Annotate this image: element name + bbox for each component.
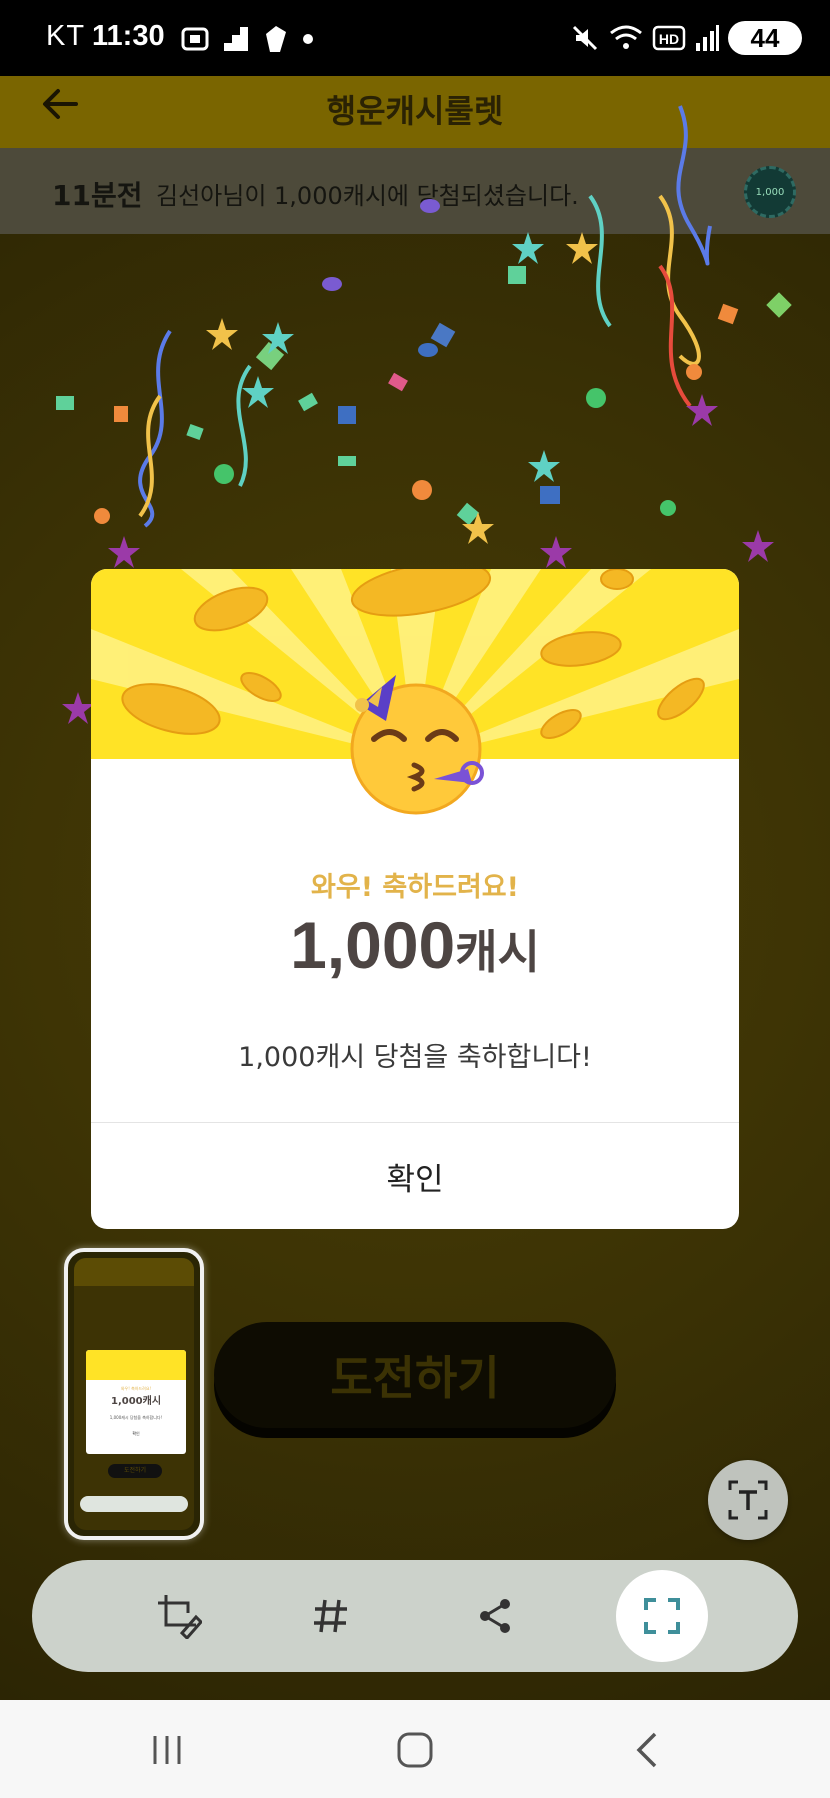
- thumbnail-preview: 와우! 축하드려요! 1,000캐시 1,000캐시 당첨을 축하합니다! 확인…: [74, 1258, 194, 1530]
- dot-icon: [303, 34, 313, 44]
- thumbnail-amount: 1,000캐시: [110, 1396, 162, 1407]
- prize-amount: 1,000캐시: [91, 907, 739, 983]
- congrats-dialog: 와우! 축하드려요! 1,000캐시 1,000캐시 당첨을 축하합니다! 확인: [91, 569, 739, 1229]
- partying-face-icon: [350, 675, 484, 815]
- thumbnail-description: 1,000캐시 당첨을 축하합니다!: [109, 1415, 163, 1420]
- thumbnail-header: [74, 1258, 194, 1286]
- notification-icons: [180, 22, 314, 56]
- ticket-icon: [266, 26, 286, 52]
- capture-scroll-button[interactable]: [616, 1570, 708, 1662]
- confirm-button[interactable]: 확인: [91, 1123, 739, 1229]
- back-icon: [636, 1732, 657, 1768]
- text-extract-button[interactable]: [708, 1460, 788, 1540]
- thumbnail-banner: [86, 1350, 186, 1380]
- navigation-bar: [0, 1700, 830, 1798]
- prize-amount-number: 1,000: [290, 908, 456, 982]
- share-icon: [480, 1599, 510, 1633]
- status-bar: KT 11:30 HD 44: [0, 0, 830, 76]
- signal-icon: [696, 25, 719, 51]
- home-icon: [397, 1732, 433, 1768]
- stairs-icon: [224, 27, 248, 51]
- screenshot-thumbnail[interactable]: 와우! 축하드려요! 1,000캐시 1,000캐시 당첨을 축하합니다! 확인…: [64, 1248, 204, 1540]
- prize-amount-unit: 캐시: [455, 925, 540, 979]
- recent-apps-icon: [153, 1736, 181, 1764]
- screen: 행운캐시룰렛 11분전 김선아님이 1,000캐시에 당첨되셨습니다. 1,00…: [0, 0, 830, 1798]
- hashtag-icon: [314, 1599, 347, 1633]
- text-extract-icon: [728, 1480, 768, 1520]
- home-button[interactable]: [380, 1720, 450, 1780]
- share-button[interactable]: [460, 1581, 530, 1651]
- thumbnail-toolbar: [80, 1496, 188, 1512]
- battery-indicator: 44: [728, 21, 802, 55]
- wifi-icon: [610, 25, 642, 49]
- recent-apps-button[interactable]: [132, 1720, 202, 1780]
- challenge-button[interactable]: 도전하기: [214, 1322, 616, 1428]
- thumbnail-dialog: 와우! 축하드려요! 1,000캐시 1,000캐시 당첨을 축하합니다! 확인: [86, 1350, 186, 1454]
- hd-icon: HD: [652, 25, 686, 51]
- crop-edit-button[interactable]: [144, 1581, 214, 1651]
- thumbnail-challenge: 도전하기: [108, 1464, 162, 1478]
- crop-edit-icon: [158, 1595, 202, 1639]
- thumbnail-confirm: 확인: [132, 1431, 140, 1436]
- clock: 11:30: [92, 20, 165, 52]
- hd-label: HD: [659, 31, 679, 47]
- capture-scroll-icon: [644, 1598, 680, 1634]
- challenge-button-label: 도전하기: [330, 1351, 500, 1405]
- system-status-icons: HD 44: [570, 18, 802, 58]
- back-button[interactable]: [612, 1720, 682, 1780]
- screenshot-toolbar: [32, 1560, 798, 1672]
- confirm-button-label: 확인: [386, 1161, 444, 1198]
- screenshot-notify-icon: [181, 27, 209, 51]
- hashtag-button[interactable]: [296, 1581, 366, 1651]
- carrier-label: KT: [46, 20, 86, 52]
- dialog-description: 1,000캐시 당첨을 축하합니다!: [238, 1042, 592, 1073]
- battery-level: 44: [750, 22, 780, 53]
- dialog-subtitle: 와우! 축하드려요!: [311, 872, 519, 903]
- mute-icon: [572, 25, 598, 51]
